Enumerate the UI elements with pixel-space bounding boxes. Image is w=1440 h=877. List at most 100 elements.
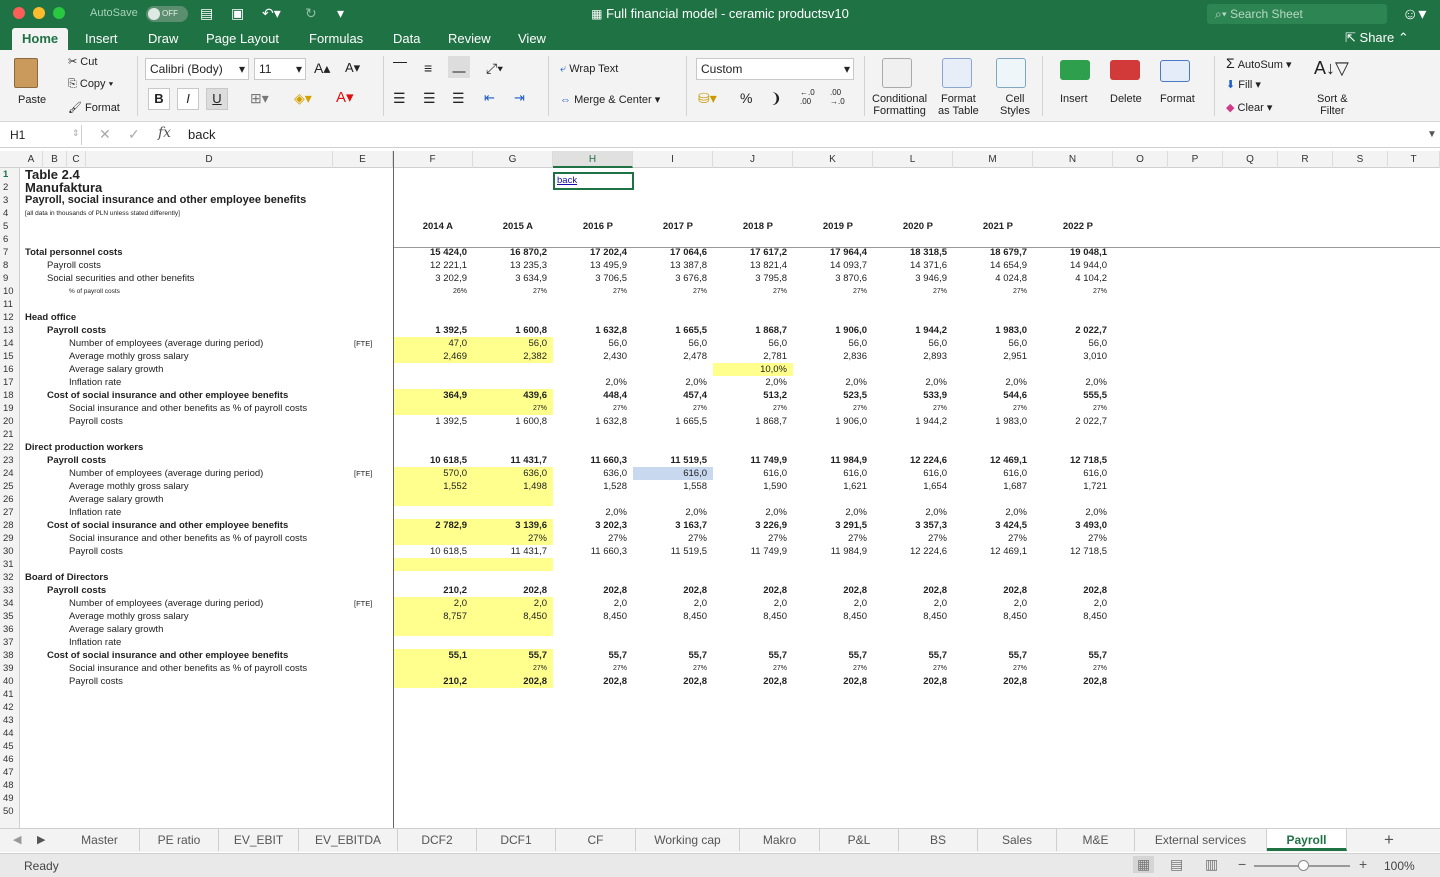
- normal-view-icon[interactable]: ▦: [1133, 856, 1155, 873]
- value-cell[interactable]: [393, 363, 467, 376]
- value-cell[interactable]: 448,4: [553, 389, 627, 402]
- value-cell[interactable]: 2 782,9: [393, 519, 467, 532]
- row-label[interactable]: Payroll costs: [47, 454, 106, 467]
- fill-button[interactable]: ⬇ Fill ▾: [1226, 78, 1261, 91]
- value-cell[interactable]: 11 749,9: [713, 454, 787, 467]
- row-header[interactable]: 11: [0, 298, 20, 311]
- row-header[interactable]: 46: [0, 753, 20, 766]
- value-cell[interactable]: 202,8: [473, 584, 547, 597]
- value-cell[interactable]: 1 944,2: [873, 415, 947, 428]
- sheet-tab-makro[interactable]: Makro: [740, 829, 820, 851]
- value-cell[interactable]: 27%: [553, 532, 627, 545]
- value-cell[interactable]: 3 139,6: [473, 519, 547, 532]
- row-label[interactable]: Inflation rate: [69, 376, 121, 389]
- value-cell[interactable]: 202,8: [953, 675, 1027, 688]
- value-cell[interactable]: 3 946,9: [873, 272, 947, 285]
- column-header-q[interactable]: Q: [1223, 151, 1278, 168]
- value-cell[interactable]: 3 202,3: [553, 519, 627, 532]
- value-cell[interactable]: 3 202,9: [393, 272, 467, 285]
- value-cell[interactable]: 2,0: [633, 597, 707, 610]
- value-cell[interactable]: 14 093,7: [793, 259, 867, 272]
- value-cell[interactable]: 202,8: [873, 584, 947, 597]
- column-header-g[interactable]: G: [473, 151, 553, 168]
- value-cell[interactable]: 55,7: [873, 649, 948, 662]
- value-cell[interactable]: 12 221,1: [393, 259, 467, 272]
- comma-style-icon[interactable]: ❩: [770, 90, 782, 107]
- value-cell[interactable]: 1 600,8: [473, 324, 547, 337]
- value-cell[interactable]: 1 983,0: [953, 415, 1027, 428]
- font-name-select[interactable]: Calibri (Body) ▾: [145, 58, 249, 80]
- delete-cells-button[interactable]: Delete: [1104, 56, 1150, 118]
- value-cell[interactable]: 55,7: [1033, 649, 1108, 662]
- sheet-tab-bs[interactable]: BS: [899, 829, 978, 851]
- value-cell[interactable]: 202,8: [633, 675, 707, 688]
- value-cell[interactable]: 3 163,7: [633, 519, 707, 532]
- format-cells-button[interactable]: Format: [1156, 56, 1202, 118]
- row-label[interactable]: Social insurance and other benefits as %…: [69, 402, 307, 415]
- value-cell[interactable]: 55,7: [633, 649, 708, 662]
- value-cell[interactable]: [393, 376, 467, 389]
- formula-input[interactable]: back: [188, 127, 215, 142]
- value-cell[interactable]: 1,654: [873, 480, 947, 493]
- align-center-icon[interactable]: ☰: [423, 90, 436, 107]
- row-label[interactable]: Average mothly gross salary: [69, 350, 189, 363]
- decrease-indent-icon[interactable]: ⇤: [484, 90, 495, 106]
- borders-icon[interactable]: ⊞▾: [250, 90, 269, 107]
- value-cell[interactable]: 56,0: [953, 337, 1028, 350]
- value-cell[interactable]: 14 944,0: [1033, 259, 1107, 272]
- value-cell[interactable]: 13 387,8: [633, 259, 707, 272]
- value-cell[interactable]: 14 371,6: [873, 259, 947, 272]
- value-cell[interactable]: 2,0: [1033, 597, 1107, 610]
- value-cell[interactable]: 27%: [473, 285, 547, 298]
- align-right-icon[interactable]: ☰: [452, 90, 465, 107]
- value-cell[interactable]: 27%: [953, 532, 1027, 545]
- cancel-formula-icon[interactable]: ✕: [99, 126, 111, 143]
- row-header[interactable]: 43: [0, 714, 20, 727]
- row-label[interactable]: Social insurance and other benefits as %…: [69, 662, 307, 675]
- value-cell[interactable]: 1 665,5: [633, 415, 707, 428]
- row-label[interactable]: % of payroll costs: [69, 285, 120, 298]
- value-cell[interactable]: 2,0%: [873, 376, 947, 389]
- cut-button[interactable]: ✂ Cut: [68, 55, 97, 68]
- value-cell[interactable]: 3 870,6: [793, 272, 867, 285]
- year-header[interactable]: 2014 A: [393, 220, 453, 233]
- align-bottom-icon[interactable]: ⎽: [448, 56, 470, 78]
- value-cell[interactable]: 3 424,5: [953, 519, 1027, 532]
- align-left-icon[interactable]: ☰: [393, 90, 406, 107]
- row-label[interactable]: Payroll costs: [47, 324, 106, 337]
- value-cell[interactable]: 2,0%: [553, 506, 627, 519]
- column-header-b[interactable]: B: [43, 151, 67, 168]
- value-cell[interactable]: 616,0: [1033, 467, 1107, 480]
- value-cell[interactable]: 616,0: [713, 467, 787, 480]
- value-cell[interactable]: 12 469,1: [953, 454, 1027, 467]
- column-header-p[interactable]: P: [1168, 151, 1223, 168]
- value-cell[interactable]: 2,0: [713, 597, 787, 610]
- value-cell[interactable]: 55,7: [953, 649, 1028, 662]
- year-header[interactable]: 2017 P: [633, 220, 693, 233]
- value-cell[interactable]: 1 600,8: [473, 415, 547, 428]
- year-header[interactable]: 2019 P: [793, 220, 853, 233]
- value-cell[interactable]: [393, 662, 467, 675]
- value-cell[interactable]: 26%: [393, 285, 467, 298]
- value-cell[interactable]: 1,721: [1033, 480, 1107, 493]
- search-sheet-input[interactable]: ⌕▾ Search Sheet: [1207, 4, 1387, 24]
- value-cell[interactable]: 1 868,7: [713, 324, 787, 337]
- value-cell[interactable]: 1,621: [793, 480, 867, 493]
- value-cell[interactable]: 56,0: [473, 337, 548, 350]
- column-header-r[interactable]: R: [1278, 151, 1333, 168]
- format-painter-button[interactable]: 🖌 Format: [68, 101, 120, 114]
- row-label[interactable]: Number of employees (average during peri…: [69, 597, 263, 610]
- value-cell[interactable]: 1,528: [553, 480, 627, 493]
- year-header[interactable]: 2016 P: [553, 220, 613, 233]
- row-label[interactable]: Payroll costs: [47, 584, 106, 597]
- row-label[interactable]: Inflation rate: [69, 636, 121, 649]
- decrease-font-icon[interactable]: A▾: [345, 60, 360, 76]
- value-cell[interactable]: 3 706,5: [553, 272, 627, 285]
- value-cell[interactable]: [473, 506, 547, 519]
- value-cell[interactable]: 8,450: [953, 610, 1027, 623]
- increase-decimal-icon[interactable]: ←.0.00: [800, 88, 815, 106]
- tab-data[interactable]: Data: [383, 28, 430, 50]
- sheet-tab-dcf1[interactable]: DCF1: [477, 829, 556, 851]
- row-header[interactable]: 41: [0, 688, 20, 701]
- value-cell[interactable]: 2,0%: [1033, 506, 1107, 519]
